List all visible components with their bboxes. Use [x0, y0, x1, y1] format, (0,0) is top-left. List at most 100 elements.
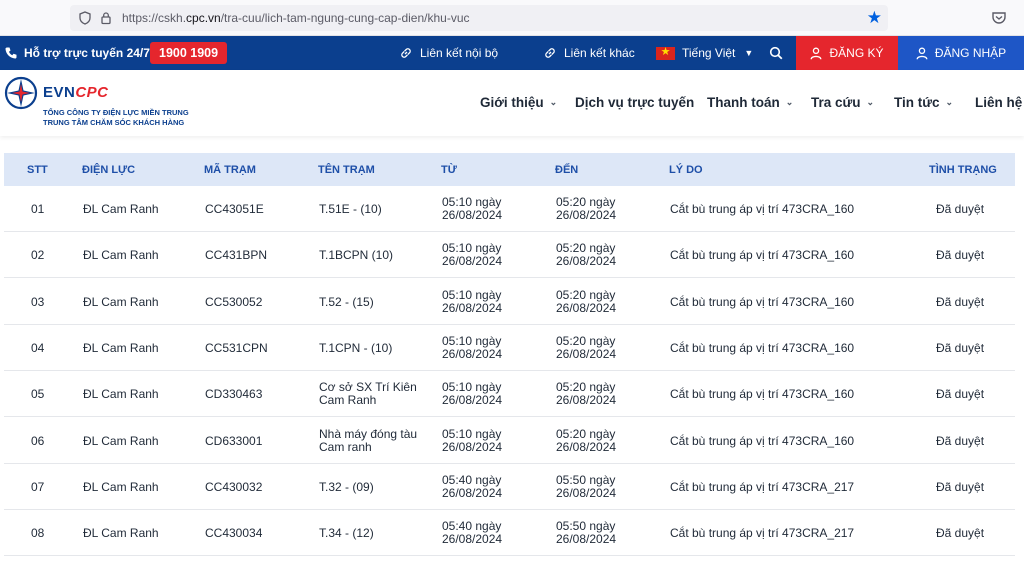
- pocket-icon[interactable]: [991, 10, 1007, 26]
- nav-payment[interactable]: Thanh toán ⌄: [707, 95, 793, 110]
- cell-line: 05:20 ngày: [556, 333, 616, 348]
- cell-stt: 04: [31, 340, 45, 355]
- cell-dien-luc: ĐL Cam Ranh: [83, 248, 159, 263]
- shield-icon[interactable]: [78, 11, 92, 25]
- cell-ten-tram: Cơ sở SX Trí Kiên Cam Ranh: [319, 381, 417, 407]
- cell-tu: 05:10 ngày 26/08/2024: [442, 242, 502, 268]
- support-info: Hỗ trợ trực tuyến 24/7:: [4, 36, 154, 70]
- logo-subtitle-2: TRUNG TÂM CHĂM SÓC KHÁCH HÀNG: [43, 118, 185, 127]
- language-selector[interactable]: Tiếng Việt ▼: [656, 36, 753, 70]
- column-header: ĐẾN: [555, 164, 579, 176]
- cell-den: 05:20 ngày 26/08/2024: [556, 196, 616, 222]
- cell-dien-luc: ĐL Cam Ranh: [83, 340, 159, 355]
- user-icon: [811, 47, 822, 59]
- cell-line: T.51E - (10): [319, 202, 382, 216]
- cell-tu: 05:40 ngày 26/08/2024: [442, 520, 502, 546]
- cell-dien-luc: ĐL Cam Ranh: [83, 433, 159, 448]
- cell-tinh-trang: Đã duyệt: [936, 202, 985, 216]
- cell-den: 05:20 ngày 26/08/2024: [556, 242, 616, 268]
- cell-stt: 06: [31, 433, 45, 448]
- column-header: MÃ TRẠM: [204, 164, 256, 176]
- cell-line: 05:20 ngày: [556, 426, 616, 441]
- url-text[interactable]: https://cskh.cpc.vn/tra-cuu/lich-tam-ngu…: [122, 11, 470, 25]
- cell-dien-luc: ĐL Cam Ranh: [83, 387, 159, 402]
- other-links-label[interactable]: Liên kết khác: [564, 46, 635, 60]
- cell-line: 05:20 ngày: [556, 287, 616, 302]
- table-row: 05 ĐL Cam Ranh CD330463 Cơ sở SX Trí Kiên Ca…: [4, 371, 1015, 418]
- cell-den: 05:20 ngày 26/08/2024: [556, 426, 616, 454]
- cell-line: 26/08/2024: [556, 300, 617, 315]
- link-icon: [545, 48, 555, 58]
- cell-line: 05:10 ngày: [442, 426, 502, 441]
- cell-den: 05:20 ngày 26/08/2024: [556, 381, 616, 407]
- cell-tinh-trang: Đã duyệt: [936, 433, 985, 448]
- column-header: TÊN TRẠM: [318, 164, 375, 176]
- cell-tu: 05:10 ngày 26/08/2024: [442, 334, 502, 361]
- chevron-down-icon: ⌄: [785, 97, 794, 107]
- search-button[interactable]: [769, 36, 783, 70]
- cell-line: 26/08/2024: [556, 254, 617, 269]
- chevron-down-icon: ⌄: [549, 97, 558, 107]
- cell-tinh-trang: Đã duyệt: [936, 248, 985, 263]
- chevron-down-icon: ⌄: [866, 97, 875, 107]
- cell-line: Cam ranh: [319, 439, 372, 454]
- table-row: 07 ĐL Cam Ranh CC430032 T.32 - (09) 05:40 ng…: [4, 464, 1015, 510]
- browser-toolbar: https://cskh.cpc.vn/tra-cuu/lich-tam-ngu…: [0, 0, 1024, 36]
- internal-links[interactable]: Liên kết nội bộ: [399, 36, 498, 70]
- cell-tinh-trang: Đã duyệt: [936, 479, 985, 494]
- cell-tu: 05:40 ngày 26/08/2024: [442, 472, 502, 500]
- cell-line: T.52 - (15): [319, 294, 374, 309]
- search-icon[interactable]: [769, 46, 783, 60]
- cell-tu: 05:10 ngày 26/08/2024: [442, 381, 502, 407]
- cell-dien-luc: ĐL Cam Ranh: [83, 202, 159, 216]
- cell-line: 26/08/2024: [442, 393, 503, 408]
- support-label: Hỗ trợ trực tuyến 24/7:: [24, 46, 154, 60]
- cell-ten-tram: T.51E - (10): [319, 203, 382, 216]
- cell-line: 05:40 ngày: [442, 472, 502, 487]
- lock-icon[interactable]: [99, 11, 113, 25]
- address-bar[interactable]: https://cskh.cpc.vn/tra-cuu/lich-tam-ngu…: [70, 5, 888, 31]
- cell-line: 26/08/2024: [442, 439, 503, 454]
- column-header: STT: [27, 164, 48, 176]
- cell-line: 05:10 ngày: [442, 287, 502, 302]
- login-button[interactable]: ĐĂNG NHẬP: [898, 36, 1024, 70]
- cell-ma-tram: CD633001: [205, 433, 263, 448]
- logo-wordmark[interactable]: EVNCPC: [43, 84, 109, 101]
- cell-ma-tram: CC430034: [205, 526, 263, 541]
- nav-online-services[interactable]: Dịch vụ trực tuyến: [575, 95, 694, 110]
- cell-line: T.32 - (09): [319, 479, 374, 494]
- cell-tinh-trang: Đã duyệt: [936, 340, 985, 355]
- cell-stt: 01: [31, 202, 45, 216]
- evn-logo-icon[interactable]: [4, 76, 38, 110]
- cell-ten-tram: T.1CPN - (10): [319, 341, 392, 355]
- cell-stt: 08: [31, 526, 45, 541]
- nav-lookup[interactable]: Tra cứu ⌄: [811, 95, 874, 110]
- hotline-button[interactable]: 1900 1909: [150, 36, 228, 70]
- cell-den: 05:20 ngày 26/08/2024: [556, 287, 617, 315]
- nav-about[interactable]: Giới thiệu ⌄: [480, 95, 557, 110]
- cell-tu: 05:10 ngày 26/08/2024: [442, 287, 502, 315]
- cell-ma-tram: CC430032: [205, 479, 263, 494]
- nav-contact[interactable]: Liên hệ: [975, 95, 1022, 110]
- chevron-down-icon[interactable]: ▼: [744, 48, 753, 58]
- cell-line: T.34 - (12): [319, 526, 374, 541]
- cell-stt: 02: [31, 248, 45, 263]
- cell-ly-do: Cắt bù trung áp vị trí 473CRA_217: [670, 479, 855, 494]
- cell-ten-tram: Nhà máy đóng tàu Cam ranh: [319, 427, 417, 454]
- internal-links-label[interactable]: Liên kết nội bộ: [420, 46, 498, 60]
- top-utility-bar: Hỗ trợ trực tuyến 24/7: 1900 1909 Liên k…: [0, 36, 1024, 70]
- cell-ten-tram: T.1BCPN (10): [319, 249, 393, 262]
- cell-stt: 05: [31, 387, 45, 402]
- user-icon: [916, 47, 928, 59]
- bookmark-star-icon[interactable]: ★: [867, 9, 882, 26]
- register-button[interactable]: ĐĂNG KÝ: [796, 36, 898, 70]
- register-label[interactable]: ĐĂNG KÝ: [829, 46, 883, 60]
- login-label[interactable]: ĐĂNG NHẬP: [935, 46, 1006, 60]
- cell-den: 05:50 ngày 26/08/2024: [556, 520, 616, 546]
- cell-ten-tram: T.34 - (12): [319, 527, 374, 540]
- hotline-number[interactable]: 1900 1909: [150, 42, 228, 64]
- other-links[interactable]: Liên kết khác: [543, 36, 635, 70]
- language-label[interactable]: Tiếng Việt: [682, 46, 735, 60]
- nav-news[interactable]: Tin tức ⌄: [894, 95, 953, 110]
- table-row: 04 ĐL Cam Ranh CC531CPN T.1CPN - (10) 05:10 …: [4, 325, 1015, 371]
